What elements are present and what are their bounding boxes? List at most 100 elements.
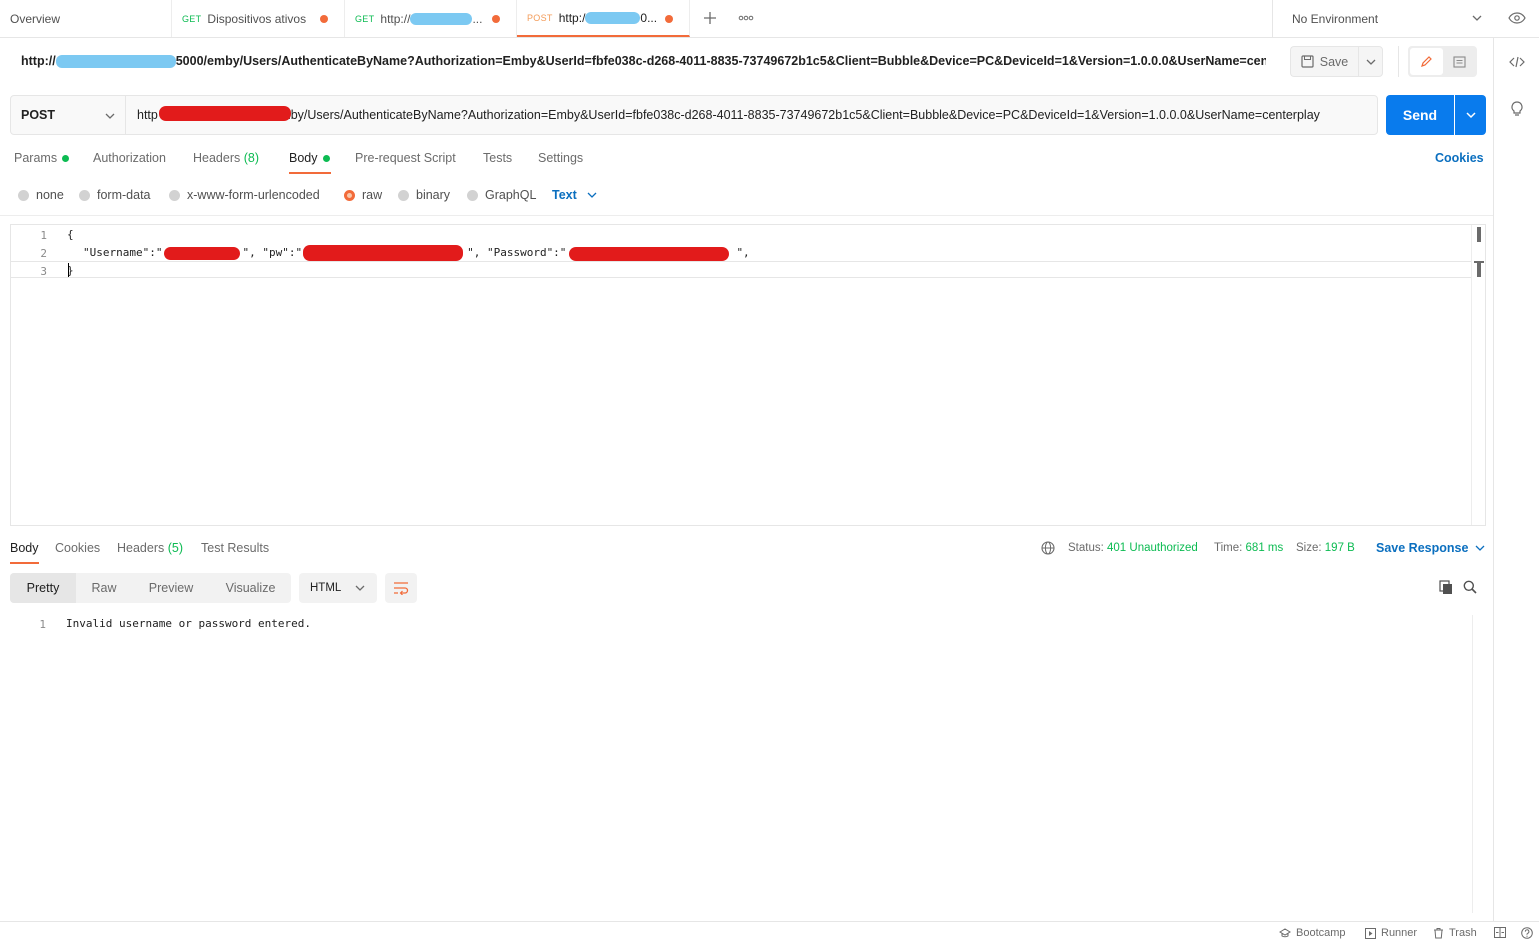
editor-scrollbar-thumb[interactable] [1477, 227, 1481, 242]
response-headers-count: (5) [167, 541, 184, 555]
password-key: ", "Password":" [467, 246, 567, 259]
response-tab-test-results[interactable]: Test Results [201, 541, 269, 555]
active-tab-underline [10, 562, 39, 564]
network-info-button[interactable] [1041, 541, 1055, 558]
comments-mode-button[interactable] [1443, 48, 1476, 75]
status-value: 401 Unauthorized [1107, 542, 1198, 554]
graduation-cap-icon [1279, 928, 1291, 938]
view-raw-button[interactable]: Raw [76, 573, 132, 603]
trash-icon [1434, 928, 1443, 939]
chevron-down-icon [1366, 59, 1375, 65]
comment-icon [1452, 55, 1466, 68]
cookies-link[interactable]: Cookies [1435, 151, 1484, 165]
response-tab-body[interactable]: Body [10, 541, 39, 555]
body-type-raw[interactable]: raw [344, 188, 382, 202]
request-url-prefix: http:// [21, 54, 56, 68]
request-url-input[interactable]: http/emby/Users/AuthenticateByName?Autho… [125, 95, 1378, 135]
new-tab-button[interactable] [700, 8, 720, 28]
redacted-host [410, 12, 473, 25]
raw-format-select[interactable]: Text [552, 188, 597, 202]
line-number: 1 [39, 618, 46, 631]
save-options-button[interactable] [1358, 46, 1383, 77]
body-type-graphql[interactable]: GraphQL [467, 188, 536, 202]
radio-icon [169, 189, 180, 201]
tab-label: Overview [10, 11, 61, 26]
line-end: ", [736, 246, 750, 259]
tab-overview[interactable]: Overview [0, 0, 172, 37]
divider [1272, 0, 1273, 37]
method-label: POST [21, 108, 56, 122]
unsaved-dot-icon [492, 15, 500, 23]
code-snippet-button[interactable] [1506, 51, 1528, 73]
view-preview-label: Preview [148, 581, 194, 595]
cookies-label: Cookies [1435, 151, 1484, 165]
line-number: 3 [40, 265, 47, 278]
runner-button[interactable]: Runner [1365, 927, 1417, 939]
radio-label: none [36, 188, 64, 202]
eye-icon [1508, 12, 1526, 24]
tab-tests-label: Tests [483, 151, 513, 165]
body-type-none[interactable]: none [18, 188, 64, 202]
tab-tests[interactable]: Tests [483, 151, 512, 165]
view-preview-button[interactable]: Preview [132, 573, 210, 603]
redaction-mark [159, 106, 291, 121]
documentation-button[interactable] [1506, 98, 1528, 120]
response-tab-headers[interactable]: Headers (5) [117, 541, 183, 555]
send-options-button[interactable] [1455, 95, 1486, 135]
body-type-form-data[interactable]: form-data [79, 188, 151, 202]
tab-dispositivos-ativos[interactable]: GET Dispositivos ativos [172, 0, 345, 37]
view-pretty-button[interactable]: Pretty [10, 573, 76, 603]
tab-get-request[interactable]: GET http:// ... [345, 0, 517, 37]
trash-label: Trash [1449, 927, 1477, 939]
trash-button[interactable]: Trash [1433, 927, 1477, 939]
size-label: Size: [1296, 542, 1322, 554]
save-label: Save [1319, 54, 1349, 69]
edit-mode-button[interactable] [1409, 48, 1443, 75]
response-time: Time: 681 ms [1214, 542, 1283, 554]
response-text: Invalid username or password entered. [66, 617, 312, 630]
save-response-button[interactable]: Save Response [1376, 541, 1485, 555]
view-raw-label: Raw [91, 581, 117, 595]
response-tab-cookies[interactable]: Cookies [55, 541, 100, 555]
request-name-header[interactable]: http:// 5000/emby/Users/AuthenticateByNam… [21, 54, 1266, 70]
bootcamp-button[interactable]: Bootcamp [1279, 927, 1346, 939]
environment-label: No Environment [1292, 11, 1379, 26]
radio-label: x-www-form-urlencoded [187, 188, 320, 202]
copy-response-button[interactable] [1437, 578, 1455, 596]
radio-label: GraphQL [485, 188, 537, 202]
tab-pre-request-script[interactable]: Pre-request Script [355, 151, 456, 165]
tab-settings[interactable]: Settings [538, 151, 583, 165]
status-label: Status: [1068, 542, 1104, 554]
help-button[interactable] [1521, 927, 1533, 939]
tab-method: GET [182, 13, 202, 24]
response-format-select[interactable]: HTML [299, 573, 377, 603]
view-visualize-label: Visualize [225, 581, 276, 595]
radio-icon [398, 189, 409, 201]
method-select[interactable]: POST [10, 95, 126, 135]
environment-selector[interactable]: No Environment [1282, 0, 1494, 37]
body-type-binary[interactable]: binary [398, 188, 450, 202]
tab-headers[interactable]: Headers (8) [193, 151, 259, 165]
more-tabs-button[interactable] [735, 8, 757, 28]
tab-post-request-active[interactable]: POST http:/ 0... [517, 0, 690, 37]
search-response-button[interactable] [1461, 578, 1479, 596]
tab-body[interactable]: Body [289, 151, 330, 165]
code-icon [1509, 56, 1525, 68]
line-number: 2 [40, 247, 47, 260]
response-status: Status: 401 Unauthorized [1068, 542, 1198, 554]
unsaved-dot-icon [320, 15, 328, 23]
environment-quick-look-button[interactable] [1506, 8, 1528, 28]
save-button[interactable]: Save [1290, 46, 1358, 77]
send-button[interactable]: Send [1386, 95, 1454, 135]
tab-authorization[interactable]: Authorization [93, 151, 166, 165]
tab-params[interactable]: Params [14, 151, 70, 165]
active-line-highlight [11, 261, 1471, 278]
response-body-viewer[interactable]: 1 Invalid username or password entered. [10, 613, 1486, 913]
chevron-down-icon [1472, 15, 1482, 21]
view-visualize-button[interactable]: Visualize [210, 573, 291, 603]
request-body-editor[interactable]: 1 2 3 { "Username":" ", "pw":" ", "Passwor… [10, 224, 1486, 526]
wrap-lines-icon [394, 582, 409, 595]
body-type-urlencoded[interactable]: x-www-form-urlencoded [169, 188, 320, 202]
two-pane-view-button[interactable] [1494, 927, 1506, 938]
wrap-lines-button[interactable] [385, 573, 417, 603]
